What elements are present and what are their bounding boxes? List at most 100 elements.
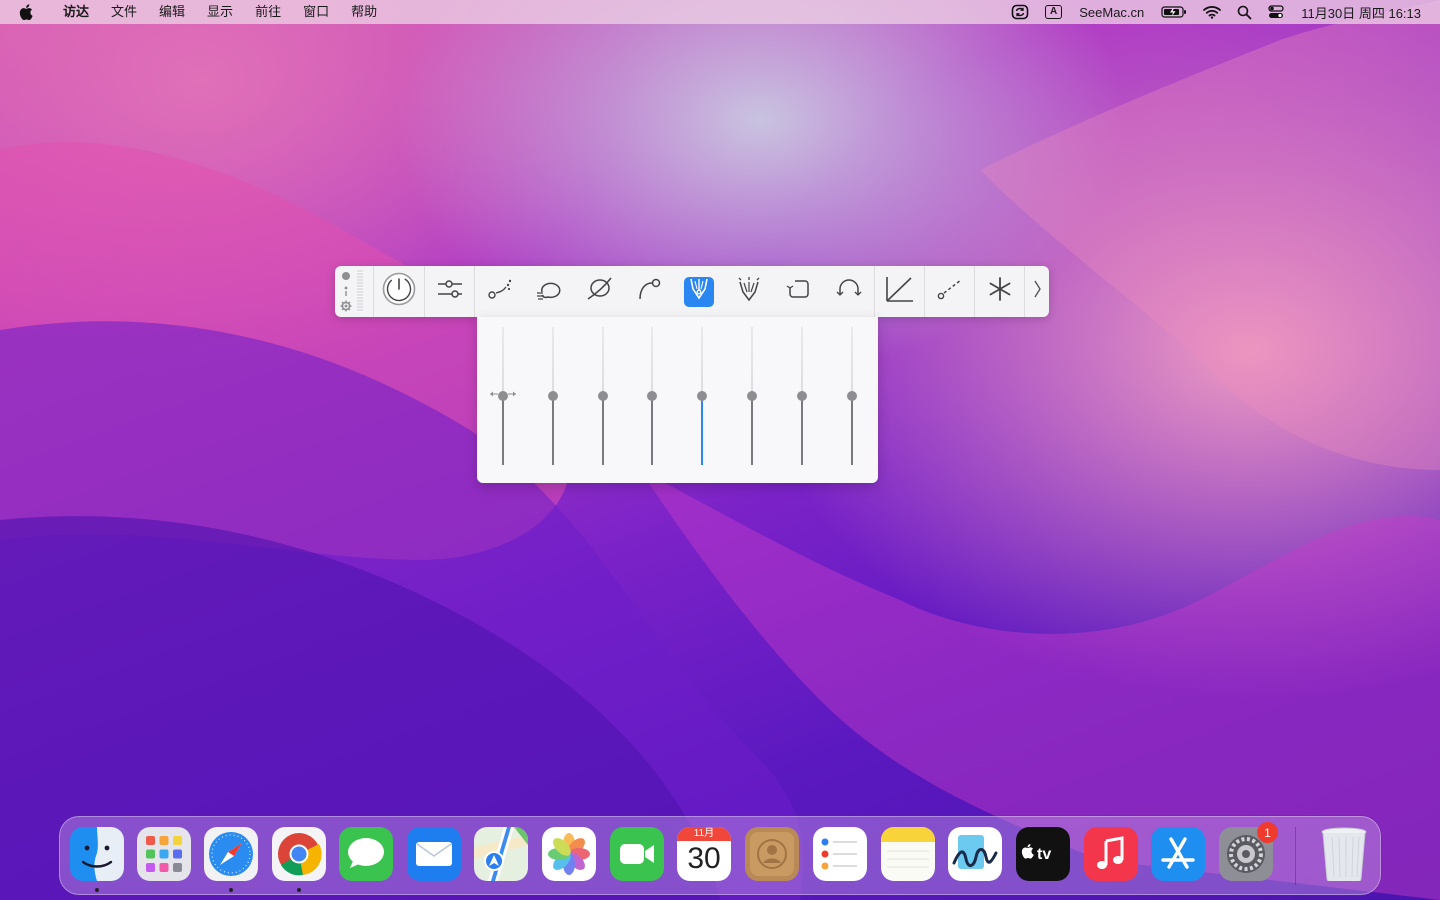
tool-loop[interactable] (574, 266, 624, 317)
dock-music[interactable] (1084, 827, 1138, 881)
search-icon[interactable] (1229, 0, 1260, 24)
dock-finder[interactable] (70, 827, 124, 881)
freeform-icon (948, 827, 1002, 881)
dashed-line-icon (936, 277, 964, 306)
photos-icon (542, 827, 596, 881)
slider-knob[interactable] (548, 391, 558, 401)
menu-window[interactable]: 窗口 (292, 0, 340, 24)
menu-edit[interactable]: 编辑 (148, 0, 196, 24)
running-indicator (95, 888, 99, 892)
launchpad-icon (137, 827, 191, 881)
slider-3[interactable] (593, 327, 613, 465)
palette-grip[interactable] (335, 266, 374, 317)
dock-separator (1295, 827, 1296, 885)
input-method-indicator[interactable]: A (1037, 0, 1070, 24)
tool-dotted-curve[interactable] (474, 266, 524, 317)
pen-nib-icon (688, 277, 710, 306)
trash-icon (1321, 827, 1367, 881)
sync-icon[interactable] (1003, 0, 1037, 24)
dock-launchpad[interactable] (137, 827, 191, 881)
tool-pen-nib[interactable] (674, 266, 724, 317)
slider-knob[interactable] (747, 391, 757, 401)
slider-8[interactable] (842, 327, 862, 465)
dock-contacts[interactable] (745, 827, 799, 881)
notification-badge: 1 (1257, 822, 1278, 843)
running-indicator (297, 888, 301, 892)
app-store-icon (1151, 827, 1205, 881)
dock-reminders[interactable] (813, 827, 867, 881)
slider-6[interactable] (742, 327, 762, 465)
dock-calendar[interactable]: 11月 30 (677, 827, 731, 881)
calendar-day: 30 (687, 842, 721, 875)
finder-icon (70, 827, 124, 881)
slider-fill (851, 396, 853, 465)
dock-trash[interactable] (1317, 827, 1371, 881)
svg-text:tv: tv (1037, 846, 1051, 863)
control-center-icon[interactable] (1260, 0, 1292, 24)
slider-5[interactable] (692, 327, 712, 465)
brush-icon (736, 276, 762, 307)
tool-adjust[interactable] (424, 266, 474, 317)
dock-messages[interactable] (339, 827, 393, 881)
dock-facetime[interactable] (610, 827, 664, 881)
resize-arrows-icon (490, 391, 516, 397)
dock-maps[interactable] (474, 827, 528, 881)
menu-go[interactable]: 前往 (244, 0, 292, 24)
menu-app-name[interactable]: 访达 (52, 0, 100, 24)
dock-app-store[interactable] (1151, 827, 1205, 881)
slider-2[interactable] (543, 327, 563, 465)
dock-notes[interactable] (881, 827, 935, 881)
dock-safari[interactable] (204, 827, 258, 881)
tool-bridge[interactable] (824, 266, 874, 317)
slider-7[interactable] (792, 327, 812, 465)
sliders-icon (437, 278, 463, 305)
dock-photos[interactable] (542, 827, 596, 881)
tool-lasso[interactable] (524, 266, 574, 317)
slider-knob[interactable] (797, 391, 807, 401)
facetime-icon (610, 827, 664, 881)
tool-corner[interactable] (774, 266, 824, 317)
contacts-icon (745, 827, 799, 881)
menu-help[interactable]: 帮助 (340, 0, 388, 24)
slider-1[interactable] (490, 327, 516, 465)
safari-icon (204, 827, 258, 881)
apple-menu-icon[interactable] (0, 0, 52, 24)
battery-charging-icon[interactable] (1153, 0, 1195, 24)
slider-fill (701, 396, 703, 465)
asterisk-icon (987, 276, 1013, 307)
tool-power[interactable] (374, 266, 424, 317)
mail-icon (407, 827, 461, 881)
menubar-site-label[interactable]: SeeMac.cn (1070, 5, 1153, 20)
slider-knob[interactable] (647, 391, 657, 401)
menu-bar: 访达 文件 编辑 显示 前往 窗口 帮助 A SeeMac.cn 11月30日 … (0, 0, 1440, 24)
menu-file[interactable]: 文件 (100, 0, 148, 24)
tool-arc[interactable] (624, 266, 674, 317)
running-indicator (229, 888, 233, 892)
loop-curve-icon (585, 276, 613, 307)
dock-tv[interactable]: tv (1016, 827, 1070, 881)
tool-brush[interactable] (724, 266, 774, 317)
slider-knob[interactable] (697, 391, 707, 401)
slider-fill (801, 396, 803, 465)
slider-fill (651, 396, 653, 465)
tool-dashed-line[interactable] (924, 266, 974, 317)
tool-angle[interactable] (874, 266, 924, 317)
dock-freeform[interactable] (948, 827, 1002, 881)
music-icon (1084, 827, 1138, 881)
power-icon (382, 272, 416, 311)
tool-asterisk[interactable] (974, 266, 1024, 317)
menubar-clock[interactable]: 11月30日 周四 16:13 (1292, 3, 1440, 22)
menu-view[interactable]: 显示 (196, 0, 244, 24)
calendar-month: 11月 (677, 827, 731, 841)
slider-knob[interactable] (598, 391, 608, 401)
slider-knob[interactable] (847, 391, 857, 401)
slider-4[interactable] (642, 327, 662, 465)
slider-panel (477, 317, 878, 483)
wifi-icon[interactable] (1195, 0, 1229, 24)
palette-grip-icon (340, 270, 363, 312)
dock-mail[interactable] (407, 827, 461, 881)
input-method-label: A (1045, 5, 1063, 19)
palette-more-button[interactable] (1024, 266, 1048, 317)
dock: 11月 30 tv 1 (59, 816, 1381, 895)
dock-chrome[interactable] (272, 827, 326, 881)
